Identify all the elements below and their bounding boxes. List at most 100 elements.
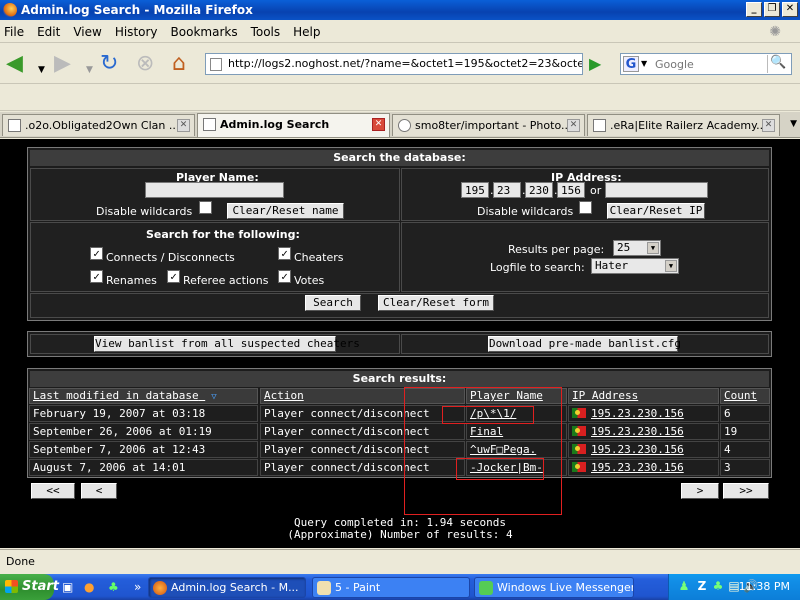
ip-alt-input[interactable] bbox=[605, 182, 708, 198]
cheaters-checkbox[interactable]: ✓ bbox=[278, 247, 291, 260]
next-page-button[interactable]: > bbox=[681, 483, 719, 499]
search-panel-header: Search the database: bbox=[30, 150, 769, 166]
back-icon[interactable]: ◀ bbox=[6, 52, 23, 76]
menu-history[interactable]: History bbox=[115, 25, 158, 39]
paint-icon bbox=[317, 581, 331, 595]
close-tab-icon[interactable]: ✕ bbox=[372, 118, 385, 131]
cell-ip: 195.23.230.156 bbox=[568, 459, 719, 476]
ip-link[interactable]: 195.23.230.156 bbox=[591, 407, 684, 420]
votes-checkbox[interactable]: ✓ bbox=[278, 270, 291, 283]
ip-octet-3-input[interactable]: 230 bbox=[525, 182, 553, 198]
clear-ip-button[interactable]: Clear/Reset IP bbox=[607, 203, 705, 219]
search-input[interactable] bbox=[653, 57, 763, 72]
ip-link[interactable]: 195.23.230.156 bbox=[591, 461, 684, 474]
connects-checkbox[interactable]: ✓ bbox=[90, 247, 103, 260]
clear-form-button[interactable]: Clear/Reset form bbox=[378, 295, 494, 311]
camera-icon bbox=[398, 119, 411, 132]
menu-bar: File Edit View History Bookmarks Tools H… bbox=[0, 21, 800, 43]
task-windows-live-messenger[interactable]: Windows Live Messenger bbox=[474, 577, 634, 598]
ip-or-label: or bbox=[590, 184, 602, 197]
tab-label: .eRa|Elite Railerz Academy... bbox=[610, 119, 767, 132]
restore-button[interactable]: ❐ bbox=[764, 2, 780, 17]
close-tab-icon[interactable]: ✕ bbox=[762, 119, 775, 132]
firefox-icon bbox=[153, 581, 167, 595]
minimize-button[interactable]: _ bbox=[746, 2, 762, 17]
show-desktop-icon[interactable]: ▣ bbox=[62, 580, 73, 594]
close-tab-icon[interactable]: ✕ bbox=[567, 119, 580, 132]
search-icon[interactable]: 🔍 bbox=[767, 55, 789, 73]
tab-obligated2own[interactable]: .o2o.Obligated2Own Clan ... ✕ bbox=[2, 114, 195, 136]
quicklaunch-more-icon[interactable]: » bbox=[134, 580, 141, 594]
tab-list-dropdown-icon[interactable]: ▼ bbox=[790, 119, 797, 129]
ip-link[interactable]: 195.23.230.156 bbox=[591, 443, 684, 456]
ip-octet-2-input[interactable]: 23 bbox=[493, 182, 521, 198]
results-header: Search results: bbox=[30, 371, 769, 387]
navigation-toolbar: ◀ ▼ ▶ ▼ ↻ ⊗ ⌂ http://logs2.noghost.net/?… bbox=[0, 44, 800, 84]
stop-icon[interactable]: ⊗ bbox=[136, 52, 154, 76]
results-per-page-select[interactable]: 25 ▼ bbox=[613, 240, 661, 256]
messenger-quicklaunch-icon[interactable]: ♣ bbox=[108, 580, 119, 594]
referee-actions-label: Referee actions bbox=[183, 274, 269, 287]
menu-view[interactable]: View bbox=[73, 25, 101, 39]
close-button[interactable]: ✕ bbox=[782, 2, 798, 17]
clear-name-button[interactable]: Clear/Reset name bbox=[227, 203, 344, 219]
ip-octet-1-input[interactable]: 195 bbox=[461, 182, 489, 198]
firefox-icon bbox=[3, 3, 17, 17]
cell-ip: 195.23.230.156 bbox=[568, 423, 719, 440]
menu-help[interactable]: Help bbox=[293, 25, 320, 39]
home-icon[interactable]: ⌂ bbox=[172, 52, 186, 76]
messenger-tray-icon[interactable]: ♟ bbox=[677, 579, 691, 593]
task-label: Windows Live Messenger bbox=[497, 581, 634, 594]
search-button[interactable]: Search bbox=[305, 295, 361, 311]
search-bar[interactable]: G ▼ 🔍 bbox=[620, 53, 792, 75]
disable-wildcards-name-checkbox[interactable] bbox=[199, 201, 212, 214]
download-banlist-button[interactable]: Download pre-made banlist.cfg bbox=[488, 336, 681, 352]
forward-history-dropdown-icon[interactable]: ▼ bbox=[86, 58, 93, 82]
tab-admin-log-search[interactable]: Admin.log Search ✕ bbox=[197, 113, 390, 137]
column-header-last-modified[interactable]: Last modified in database ▽ bbox=[29, 388, 258, 404]
throbber-icon: ✺ bbox=[769, 24, 781, 40]
address-bar[interactable]: http://logs2.noghost.net/?name=&octet1=1… bbox=[205, 53, 583, 75]
forward-icon[interactable]: ▶ bbox=[54, 52, 71, 76]
menu-edit[interactable]: Edit bbox=[37, 25, 60, 39]
task-admin-log-search[interactable]: Admin.log Search - M... bbox=[148, 577, 306, 598]
results-per-page-label: Results per page: bbox=[508, 243, 605, 256]
reload-icon[interactable]: ↻ bbox=[100, 52, 118, 76]
renames-checkbox[interactable]: ✓ bbox=[90, 270, 103, 283]
column-header-count[interactable]: Count bbox=[720, 388, 770, 404]
tab-bar: .o2o.Obligated2Own Clan ... ✕ Admin.log … bbox=[0, 112, 800, 138]
ip-link[interactable]: 195.23.230.156 bbox=[591, 425, 684, 438]
first-page-button[interactable]: << bbox=[31, 483, 75, 499]
player-name-input[interactable] bbox=[145, 182, 284, 198]
referee-actions-checkbox[interactable]: ✓ bbox=[167, 270, 180, 283]
engine-dropdown-icon[interactable]: ▼ bbox=[641, 59, 647, 68]
search-for-label: Search for the following: bbox=[146, 228, 300, 241]
contacts-tray-icon[interactable]: ♣ bbox=[711, 579, 725, 593]
prev-page-button[interactable]: < bbox=[81, 483, 117, 499]
disable-wildcards-ip-checkbox[interactable] bbox=[579, 201, 592, 214]
tab-elite-railerz[interactable]: .eRa|Elite Railerz Academy... ✕ bbox=[587, 114, 780, 136]
zonealarm-tray-icon[interactable]: Z bbox=[695, 579, 709, 593]
page-icon bbox=[593, 119, 606, 132]
google-icon[interactable]: G bbox=[623, 56, 639, 72]
close-tab-icon[interactable]: ✕ bbox=[177, 119, 190, 132]
column-header-label: Last modified in database bbox=[33, 389, 199, 402]
menu-bookmarks[interactable]: Bookmarks bbox=[171, 25, 238, 39]
menu-tools[interactable]: Tools bbox=[251, 25, 281, 39]
tab-photobucket[interactable]: smo8ter/important - Photo... ✕ bbox=[392, 114, 585, 136]
task-paint[interactable]: 5 - Paint bbox=[312, 577, 470, 598]
back-history-dropdown-icon[interactable]: ▼ bbox=[38, 58, 45, 82]
cell-date: February 19, 2007 at 03:18 bbox=[29, 405, 258, 422]
last-page-button[interactable]: >> bbox=[723, 483, 769, 499]
go-icon[interactable]: ▶ bbox=[589, 54, 601, 73]
annotation-box bbox=[456, 458, 544, 480]
column-header-ip-address[interactable]: IP Address bbox=[568, 388, 719, 404]
menu-file[interactable]: File bbox=[4, 25, 24, 39]
cell-count: 4 bbox=[720, 441, 770, 458]
logfile-select[interactable]: Hater ▼ bbox=[591, 258, 679, 274]
view-banlist-button[interactable]: View banlist from all suspected cheaters bbox=[94, 336, 360, 352]
connects-label: Connects / Disconnects bbox=[106, 251, 235, 264]
ip-octet-4-input[interactable]: 156 bbox=[557, 182, 585, 198]
start-button[interactable]: Start bbox=[0, 574, 59, 600]
firefox-quicklaunch-icon[interactable]: ● bbox=[84, 580, 94, 594]
